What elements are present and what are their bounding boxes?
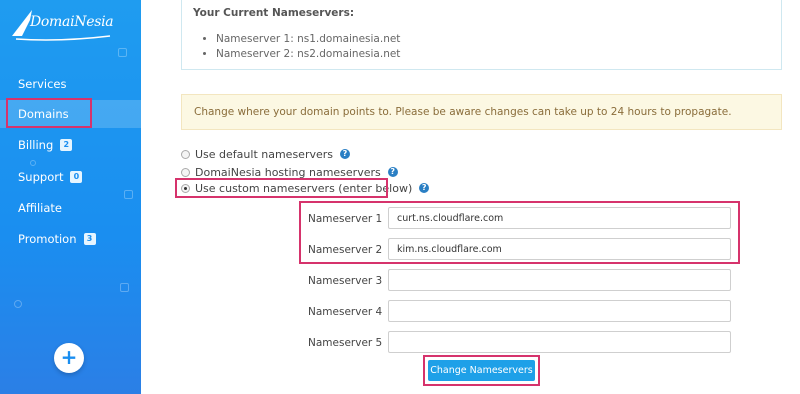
nameserver-5-input[interactable] (388, 331, 731, 353)
submit-highlight (423, 355, 540, 386)
sidebar-item-label: Affiliate (18, 201, 63, 215)
radio-button[interactable] (181, 167, 190, 177)
sidebar-item-label: Support (18, 170, 64, 184)
sidebar-item-label: Promotion (18, 232, 77, 246)
option-label: DomaiNesia hosting nameservers (195, 165, 381, 179)
domains-highlight (6, 98, 92, 128)
add-button[interactable]: + (54, 343, 84, 373)
nameserver-3-label: Nameserver 3 (308, 275, 383, 287)
sidebar-item-label: Billing (18, 138, 54, 152)
nameserver-4-input[interactable] (388, 300, 731, 322)
radio-button[interactable] (181, 149, 190, 159)
current-nameservers-panel: Your Current Nameservers: Nameserver 1: … (181, 0, 782, 70)
sidebar-item-services[interactable]: Services (0, 70, 141, 98)
help-icon[interactable]: ? (340, 149, 350, 159)
nameserver-5-label: Nameserver 5 (308, 337, 383, 349)
decor-square (118, 48, 127, 57)
nameserver-list: Nameserver 1: ns1.domainesia.net Nameser… (204, 33, 400, 63)
sidebar-item-affiliate[interactable]: Affiliate (0, 194, 141, 222)
option-label: Use default nameservers (195, 147, 333, 161)
count-badge: 0 (70, 171, 83, 183)
list-item: Nameserver 2: ns2.domainesia.net (216, 48, 400, 63)
sidebar-item-billing[interactable]: Billing 2 (0, 131, 141, 159)
panel-title: Your Current Nameservers: (193, 7, 355, 19)
list-item: Nameserver 1: ns1.domainesia.net (216, 33, 400, 48)
sidebar: DomaiNesia Services Domains Billing 2 Su… (0, 0, 141, 394)
nameserver-highlight (299, 201, 740, 264)
help-icon[interactable]: ? (387, 167, 398, 177)
decor-circle (14, 300, 22, 308)
nameserver-3-input[interactable] (388, 269, 731, 291)
decor-square (120, 283, 129, 292)
custom-option-highlight (175, 178, 388, 198)
sidebar-item-promotion[interactable]: Promotion 3 (0, 225, 141, 253)
option-default-nameservers[interactable]: Use default nameservers ? (181, 146, 350, 162)
nameserver-4-label: Nameserver 4 (308, 306, 383, 318)
sidebar-item-support[interactable]: Support 0 (0, 163, 141, 191)
count-badge: 2 (60, 139, 73, 151)
logo[interactable]: DomaiNesia (10, 6, 114, 44)
warning-alert: Change where your domain points to. Plea… (181, 94, 782, 130)
logo-text: DomaiNesia (30, 14, 114, 30)
sidebar-item-label: Services (18, 77, 67, 91)
help-icon[interactable]: ? (419, 183, 430, 193)
count-badge: 3 (83, 233, 96, 245)
